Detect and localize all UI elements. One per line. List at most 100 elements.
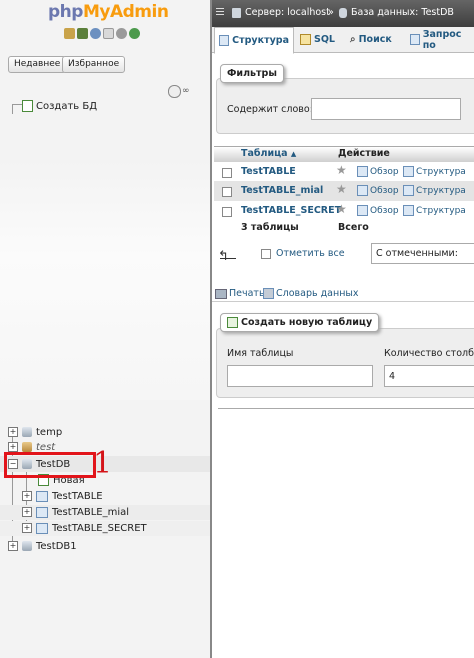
tab-label: Запрос по	[422, 28, 462, 51]
print-link[interactable]: Печать	[215, 288, 265, 299]
tree-item-label: TestTABLE_SECRET	[52, 522, 147, 534]
row-checkbox[interactable]	[222, 168, 232, 178]
breadcrumb-bar: Сервер: localhost » База данных: TestDB	[212, 0, 474, 27]
browse-icon	[357, 166, 368, 177]
tab-sql[interactable]: SQL	[296, 27, 339, 52]
print-label: Печать	[229, 288, 265, 299]
menu-icon[interactable]	[216, 8, 224, 9]
check-all-label[interactable]: Отметить все	[276, 248, 345, 259]
nav-icon-row	[64, 28, 140, 40]
tree-connector	[12, 104, 13, 114]
expand-icon[interactable]: +	[22, 491, 32, 501]
expand-icon[interactable]: +	[8, 541, 18, 551]
annotation-number: 1	[93, 446, 113, 481]
breadcrumb-database[interactable]: База данных: TestDB	[351, 7, 454, 18]
expand-icon[interactable]: +	[22, 507, 32, 517]
browse-link[interactable]: Обзор	[357, 205, 399, 216]
tab-structure[interactable]: Структура	[214, 27, 294, 54]
table-row: TestTABLE_mial ★ Обзор Структура	[214, 181, 474, 201]
highlight-annotation-box	[4, 452, 96, 478]
table-name-input[interactable]	[227, 365, 373, 387]
tree-item-label: TestTABLE_mial	[52, 506, 130, 518]
tab-search[interactable]: ⌕ Поиск	[346, 27, 396, 52]
docs-icon[interactable]	[103, 28, 114, 39]
expand-icon[interactable]: +	[8, 442, 18, 452]
tree-item-testtable[interactable]: + TestTABLE	[22, 488, 103, 504]
expand-icon[interactable]: +	[22, 523, 32, 533]
database-icon	[22, 427, 32, 437]
structure-icon	[403, 205, 414, 216]
check-all-checkbox[interactable]	[261, 249, 271, 259]
create-db-label: Создать БД	[36, 100, 98, 112]
structure-link[interactable]: Структура	[403, 166, 466, 177]
table-icon	[36, 522, 48, 534]
browse-label: Обзор	[370, 205, 399, 216]
search-icon: ⌕	[350, 34, 356, 45]
tab-label: Поиск	[358, 34, 392, 45]
settings-icon[interactable]	[116, 28, 127, 39]
table-name-label: Имя таблицы	[227, 348, 294, 359]
structure-label: Структура	[416, 185, 466, 196]
structure-icon	[403, 166, 414, 177]
select-value: С отмеченными:	[376, 248, 458, 259]
new-db-icon	[22, 100, 33, 112]
header-table[interactable]: Таблица ▲	[241, 148, 296, 159]
header-action: Действие	[338, 148, 390, 159]
tree-item-testtable-secret[interactable]: + TestTABLE_SECRET	[22, 520, 147, 536]
favorite-star-icon[interactable]: ★	[336, 202, 347, 216]
structure-link[interactable]: Структура	[403, 185, 466, 196]
tab-label: Структура	[232, 35, 289, 46]
logout-icon[interactable]	[77, 28, 88, 39]
create-table-legend: Создать новую таблицу	[220, 313, 380, 332]
structure-icon	[219, 35, 230, 46]
expand-icon[interactable]: +	[8, 427, 18, 437]
collapse-all-icon[interactable]	[168, 85, 181, 98]
header-label: Таблица	[241, 148, 288, 159]
browse-link[interactable]: Обзор	[357, 185, 399, 196]
favorites-button[interactable]: Избранное	[62, 56, 126, 73]
tree-item-temp[interactable]: + temp	[8, 424, 62, 440]
browse-link[interactable]: Обзор	[357, 166, 399, 177]
filters-legend: Фильтры	[220, 64, 284, 83]
help-icon[interactable]	[90, 28, 101, 39]
panel-divider[interactable]	[210, 0, 212, 658]
with-selected-select[interactable]: С отмеченными:	[371, 243, 474, 264]
row-checkbox[interactable]	[222, 187, 232, 197]
row-checkbox[interactable]	[222, 207, 232, 217]
tree-item-label: temp	[36, 426, 63, 438]
table-row: TestTABLE_SECRET ★ Обзор Структура	[214, 201, 474, 221]
sort-asc-icon: ▲	[290, 150, 297, 158]
tree-item-label: test	[36, 441, 56, 453]
tree-connector	[12, 104, 22, 105]
dictionary-icon	[263, 288, 274, 299]
recent-button[interactable]: Недавнее	[8, 56, 67, 73]
home-icon[interactable]	[64, 28, 75, 39]
link-icon[interactable]: ∞	[182, 86, 190, 96]
breadcrumb-separator: »	[328, 7, 334, 18]
table-name-link[interactable]: TestTABLE_SECRET	[241, 205, 341, 216]
filter-input[interactable]	[311, 98, 461, 120]
browse-label: Обзор	[370, 166, 399, 177]
tree-item-testtable-mial[interactable]: + TestTABLE_mial	[22, 504, 129, 520]
browse-icon	[357, 185, 368, 196]
table-row: TestTABLE ★ Обзор Структура	[214, 162, 474, 182]
tree-item-testdb1[interactable]: + TestDB1	[8, 538, 77, 554]
columns-count-input[interactable]: 4	[384, 365, 474, 387]
favorite-star-icon[interactable]: ★	[336, 163, 347, 177]
create-table-fieldset	[216, 328, 474, 398]
bottom-separator	[218, 408, 474, 409]
separator	[212, 301, 474, 302]
tab-label: SQL	[314, 34, 335, 45]
create-db-item[interactable]: Создать БД	[22, 100, 97, 112]
data-dictionary-link[interactable]: Словарь данных	[263, 288, 359, 299]
table-name-link[interactable]: TestTABLE_mial	[241, 185, 323, 196]
favorite-star-icon[interactable]: ★	[336, 182, 347, 196]
table-name-link[interactable]: TestTABLE	[241, 166, 296, 177]
navigation-panel: phpMyAdmin Недавнее Избранное ∞ Создать …	[0, 0, 210, 658]
breadcrumb-server[interactable]: Сервер: localhost	[245, 7, 330, 18]
reload-icon[interactable]	[129, 28, 140, 39]
structure-link[interactable]: Структура	[403, 205, 466, 216]
phpmyadmin-logo[interactable]: phpMyAdmin	[48, 2, 169, 22]
tree-item-label: TestDB1	[36, 540, 77, 552]
tab-query[interactable]: Запрос по	[406, 27, 474, 52]
